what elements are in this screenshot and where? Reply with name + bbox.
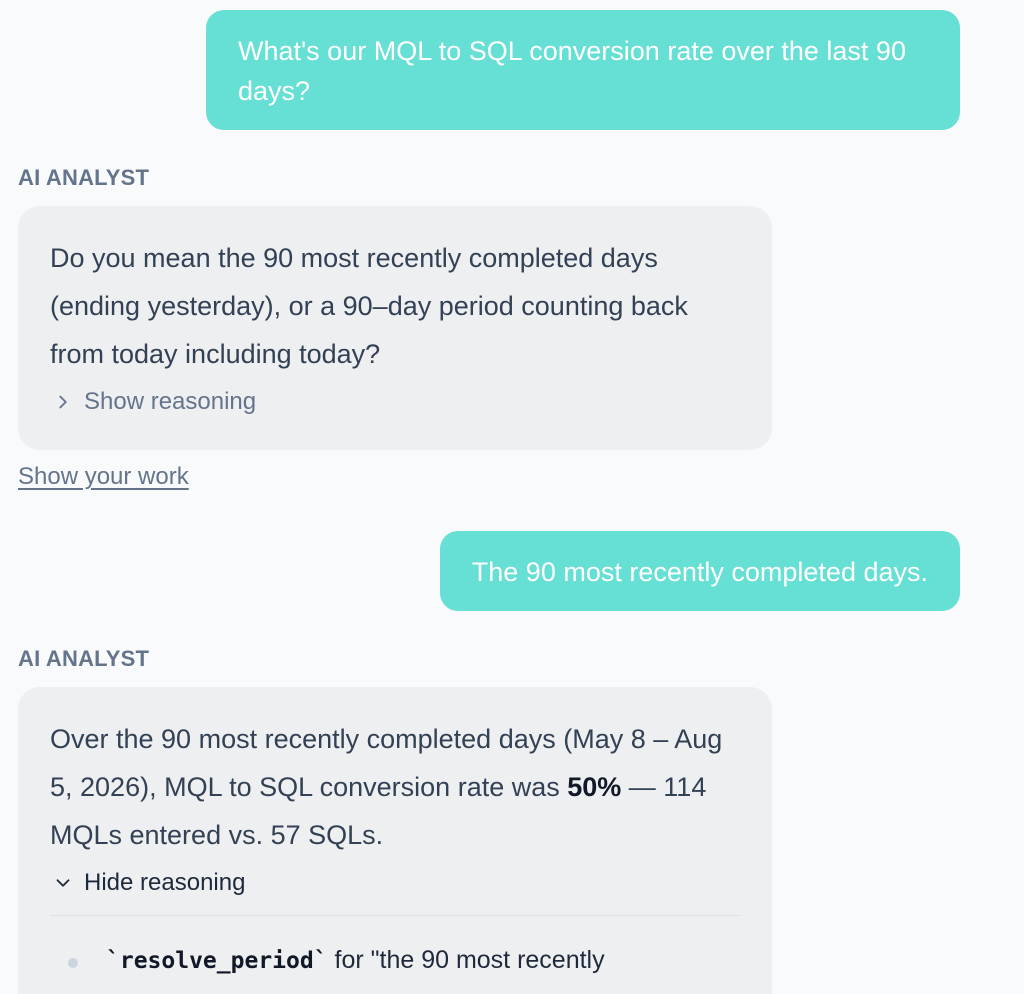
ai-message-2: Over the 90 most recently completed days… [18, 687, 772, 994]
show-reasoning-label: Show reasoning [84, 388, 257, 415]
bullet-icon [68, 958, 78, 968]
user-message-text: The 90 most recently completed days. [471, 557, 928, 587]
ai-analyst-label: AI ANALYST [18, 165, 150, 190]
reasoning-divider [50, 915, 740, 916]
chevron-right-icon [59, 395, 67, 409]
ai-analyst-label: AI ANALYST [18, 646, 150, 671]
show-reasoning-toggle[interactable]: Show reasoning [50, 388, 740, 416]
user-message-1: What's our MQL to SQL conversion rate ov… [206, 10, 960, 130]
ai-message-text: Over the 90 most recently completed days… [50, 715, 740, 859]
reasoning-step-text: for "the 90 most recently [327, 946, 605, 974]
ai-message-1: Do you mean the 90 most recently complet… [18, 206, 772, 450]
show-your-work-link[interactable]: Show your work [18, 463, 189, 491]
reasoning-list: `resolve_period` for "the 90 most recent… [50, 946, 740, 975]
user-message-2: The 90 most recently completed days. [439, 531, 960, 611]
ai-message-text: Do you mean the 90 most recently complet… [50, 243, 688, 369]
conversion-rate-value: 50% [567, 772, 622, 802]
reasoning-tool-name: `resolve_period` [106, 948, 328, 974]
chevron-down-icon [56, 879, 70, 887]
user-message-text: What's our MQL to SQL conversion rate ov… [238, 36, 906, 106]
hide-reasoning-label: Hide reasoning [84, 869, 246, 896]
hide-reasoning-toggle[interactable]: Hide reasoning [50, 869, 740, 897]
